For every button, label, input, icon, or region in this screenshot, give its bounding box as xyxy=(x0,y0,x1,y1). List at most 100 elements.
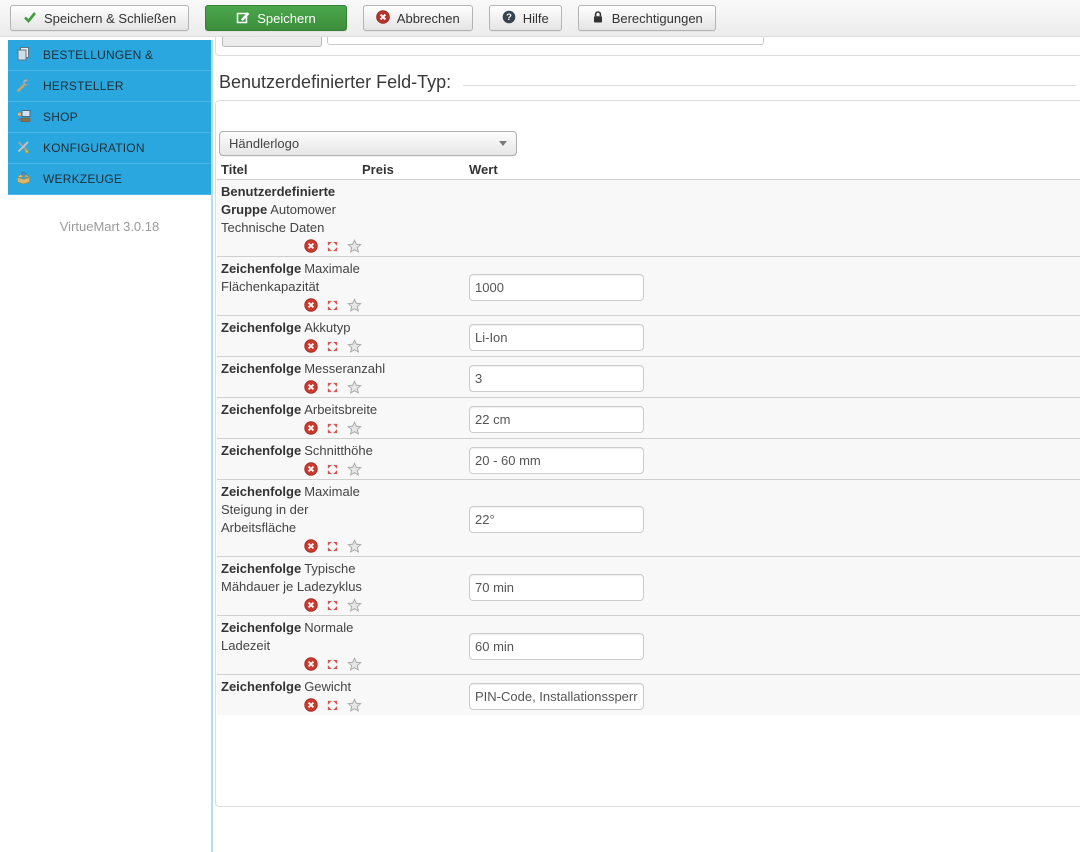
field-value-input[interactable] xyxy=(469,447,644,474)
delete-icon[interactable] xyxy=(304,339,318,353)
custom-fields-fieldset: Händlerlogo Titel Preis Wert Benutzerdef… xyxy=(215,100,1080,807)
table-row: ZeichenfolgeMaximale Flächenkapazität xyxy=(217,257,1080,316)
field-title: ZeichenfolgeSchnitthöhe xyxy=(221,442,363,460)
sidebar-item-label: SHOP xyxy=(43,110,78,124)
help-label: Hilfe xyxy=(523,11,549,26)
move-icon[interactable] xyxy=(326,299,339,312)
star-icon[interactable] xyxy=(347,598,362,613)
table-row: ZeichenfolgeMesseranzahl xyxy=(217,357,1080,398)
field-value-input[interactable] xyxy=(469,683,644,710)
field-value-input[interactable] xyxy=(469,365,644,392)
move-icon[interactable] xyxy=(326,381,339,394)
star-icon[interactable] xyxy=(347,298,362,313)
help-button[interactable]: ? Hilfe xyxy=(489,5,562,31)
sidebar-item-konfiguration[interactable]: KONFIGURATION xyxy=(8,133,211,164)
sidebar-item-label: BESTELLUNGEN & xyxy=(43,48,153,62)
move-icon[interactable] xyxy=(326,463,339,476)
star-icon[interactable] xyxy=(347,539,362,554)
row-actions xyxy=(304,237,469,255)
sidebar-item-werkzeuge[interactable]: WERKZEUGE xyxy=(8,164,211,195)
sidebar-item-hersteller[interactable]: HERSTELLER xyxy=(8,71,211,102)
permissions-label: Berechtigungen xyxy=(612,11,703,26)
field-title-cell: ZeichenfolgeMaximale Flächenkapazität xyxy=(221,260,469,314)
table-row: ZeichenfolgeAkkutyp xyxy=(217,316,1080,357)
move-icon[interactable] xyxy=(326,599,339,612)
delete-icon[interactable] xyxy=(304,698,318,712)
sidebar: BESTELLUNGEN & HERSTELLER SHOP KONFIGURA… xyxy=(8,40,211,234)
permissions-button[interactable]: Berechtigungen xyxy=(578,5,716,31)
field-value-input[interactable] xyxy=(469,633,644,660)
field-label: Arbeitsbreite xyxy=(304,402,377,417)
field-title-cell: ZeichenfolgeGewicht xyxy=(221,678,469,714)
custom-field-type-select[interactable]: Händlerlogo xyxy=(219,131,517,156)
field-label: Akkutyp xyxy=(304,320,350,335)
field-type-label: Zeichenfolge xyxy=(221,320,304,335)
row-actions xyxy=(304,655,469,673)
move-icon[interactable] xyxy=(326,422,339,435)
field-title-cell: ZeichenfolgeSchnitthöhe xyxy=(221,442,469,478)
field-title-cell: ZeichenfolgeMesseranzahl xyxy=(221,360,469,396)
edit-icon xyxy=(236,10,250,27)
field-value-input[interactable] xyxy=(469,406,644,433)
chevron-down-icon xyxy=(499,141,507,146)
star-icon[interactable] xyxy=(347,380,362,395)
delete-icon[interactable] xyxy=(304,298,318,312)
field-type-label: Zeichenfolge xyxy=(221,361,304,376)
field-value-cell xyxy=(469,483,1080,555)
row-actions xyxy=(304,337,469,355)
cancel-icon xyxy=(376,10,390,27)
save-close-label: Speichern & Schließen xyxy=(44,11,176,26)
delete-icon[interactable] xyxy=(304,462,318,476)
delete-icon[interactable] xyxy=(304,539,318,553)
delete-icon[interactable] xyxy=(304,657,318,671)
table-row: ZeichenfolgeNormale Ladezeit xyxy=(217,616,1080,675)
svg-text:?: ? xyxy=(506,12,512,23)
star-icon[interactable] xyxy=(347,698,362,713)
field-type-label: Zeichenfolge xyxy=(221,484,304,499)
star-icon[interactable] xyxy=(347,462,362,477)
virtuemart-admin-page: Speichern & Schließen Speichern Abbreche… xyxy=(0,0,1080,852)
field-value-cell xyxy=(469,183,1080,255)
field-label: Schnitthöhe xyxy=(304,443,373,458)
field-type-label: Zeichenfolge xyxy=(221,620,304,635)
field-value-input[interactable] xyxy=(469,574,644,601)
move-icon[interactable] xyxy=(326,340,339,353)
content-left-border xyxy=(211,40,213,852)
save-label: Speichern xyxy=(257,11,316,26)
field-title: ZeichenfolgeArbeitsbreite xyxy=(221,401,363,419)
field-value-input[interactable] xyxy=(469,274,644,301)
move-icon[interactable] xyxy=(326,699,339,712)
legend-line xyxy=(463,85,1076,86)
field-label: Messeranzahl xyxy=(304,361,385,376)
row-actions xyxy=(304,537,469,555)
save-close-button[interactable]: Speichern & Schließen xyxy=(10,5,189,31)
field-value-input[interactable] xyxy=(469,324,644,351)
field-title: ZeichenfolgeNormale Ladezeit xyxy=(221,619,363,655)
sidebar-item-bestellungen[interactable]: BESTELLUNGEN & xyxy=(8,40,211,71)
field-value-input[interactable] xyxy=(469,506,644,533)
star-icon[interactable] xyxy=(347,339,362,354)
table-row: ZeichenfolgeTypische Mähdauer je Ladezyk… xyxy=(217,557,1080,616)
save-button[interactable]: Speichern xyxy=(205,5,347,31)
delete-icon[interactable] xyxy=(304,421,318,435)
sidebar-item-shop[interactable]: SHOP xyxy=(8,102,211,133)
move-icon[interactable] xyxy=(326,540,339,553)
field-title-cell: ZeichenfolgeTypische Mähdauer je Ladezyk… xyxy=(221,560,469,614)
cancel-label: Abbrechen xyxy=(397,11,460,26)
move-icon[interactable] xyxy=(326,658,339,671)
star-icon[interactable] xyxy=(347,421,362,436)
table-row: Benutzerdefinierte GruppeAutomower Techn… xyxy=(217,180,1080,257)
star-icon[interactable] xyxy=(347,239,362,254)
field-title: ZeichenfolgeGewicht xyxy=(221,678,363,696)
delete-icon[interactable] xyxy=(304,598,318,612)
row-actions xyxy=(304,460,469,478)
field-label: Gewicht xyxy=(304,679,351,694)
star-icon[interactable] xyxy=(347,657,362,672)
delete-icon[interactable] xyxy=(304,380,318,394)
field-type-label: Zeichenfolge xyxy=(221,679,304,694)
cancel-button[interactable]: Abbrechen xyxy=(363,5,473,31)
field-type-label: Zeichenfolge xyxy=(221,443,304,458)
move-icon[interactable] xyxy=(326,240,339,253)
delete-icon[interactable] xyxy=(304,239,318,253)
header-titel: Titel xyxy=(217,162,362,177)
